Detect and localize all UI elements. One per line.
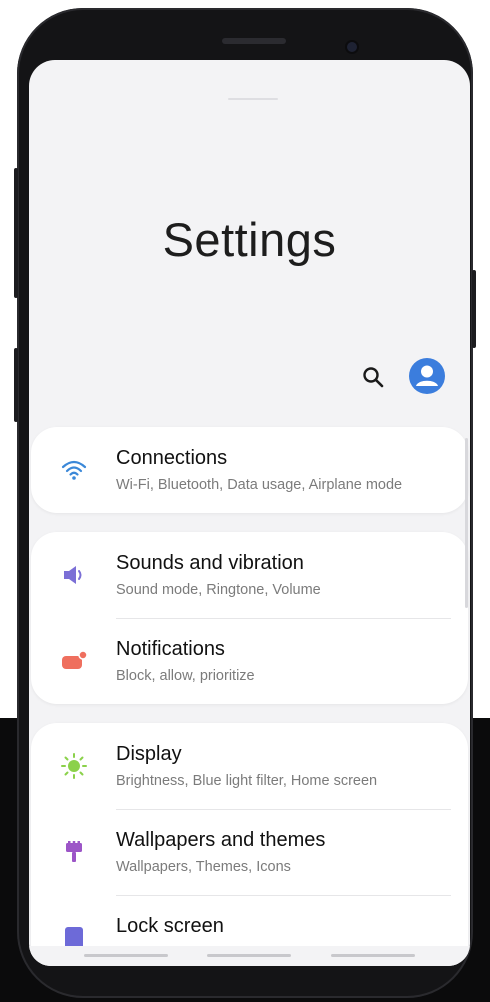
settings-screen: Settings Connections Wi-Fi, Bluetooth, D… bbox=[29, 60, 470, 966]
item-title: Notifications bbox=[116, 638, 225, 660]
item-title: Sounds and vibration bbox=[116, 552, 304, 574]
notification-icon bbox=[62, 650, 88, 669]
item-title: Connections bbox=[116, 447, 228, 469]
power-button bbox=[472, 270, 476, 348]
settings-item-notifications[interactable]: Notifications Block, allow, prioritize bbox=[31, 618, 468, 704]
settings-item-display[interactable]: Display Brightness, Blue light filter, H… bbox=[31, 723, 468, 809]
settings-item-connections[interactable]: Connections Wi-Fi, Bluetooth, Data usage… bbox=[31, 427, 468, 513]
settings-group-sounds: Sounds and vibration Sound mode, Rington… bbox=[31, 532, 468, 704]
item-title: Display bbox=[116, 743, 182, 765]
nav-recents-indicator[interactable] bbox=[84, 954, 168, 957]
bixby-button bbox=[14, 348, 18, 422]
settings-item-wallpapers[interactable]: Wallpapers and themes Wallpapers, Themes… bbox=[31, 809, 468, 895]
earpiece-speaker bbox=[222, 38, 286, 44]
volume-button bbox=[14, 168, 18, 298]
settings-item-sounds[interactable]: Sounds and vibration Sound mode, Rington… bbox=[31, 532, 468, 618]
top-handle bbox=[228, 98, 278, 100]
wifi-icon bbox=[61, 460, 87, 480]
account-icon[interactable] bbox=[409, 358, 445, 394]
scrollbar[interactable] bbox=[465, 438, 468, 608]
nav-back-indicator[interactable] bbox=[331, 954, 415, 957]
item-subtitle: Brightness, Blue light filter, Home scre… bbox=[116, 773, 378, 789]
item-title: Wallpapers and themes bbox=[116, 829, 326, 851]
sun-icon bbox=[61, 753, 87, 779]
paintbrush-icon bbox=[66, 841, 82, 862]
item-subtitle: Block, allow, prioritize bbox=[116, 668, 255, 684]
settings-group-connections: Connections Wi-Fi, Bluetooth, Data usage… bbox=[31, 427, 468, 513]
front-camera bbox=[347, 42, 357, 52]
item-title: Lock screen bbox=[116, 915, 224, 937]
item-subtitle: Wi-Fi, Bluetooth, Data usage, Airplane m… bbox=[116, 477, 403, 493]
item-subtitle: Wallpapers, Themes, Icons bbox=[116, 859, 291, 875]
speaker-icon bbox=[64, 566, 82, 584]
settings-group-display: Display Brightness, Blue light filter, H… bbox=[31, 723, 468, 966]
page-title: Settings bbox=[162, 213, 337, 266]
search-icon[interactable] bbox=[361, 365, 385, 389]
navigation-bar bbox=[29, 946, 470, 966]
item-subtitle: Sound mode, Ringtone, Volume bbox=[116, 582, 321, 598]
nav-home-indicator[interactable] bbox=[207, 954, 291, 957]
